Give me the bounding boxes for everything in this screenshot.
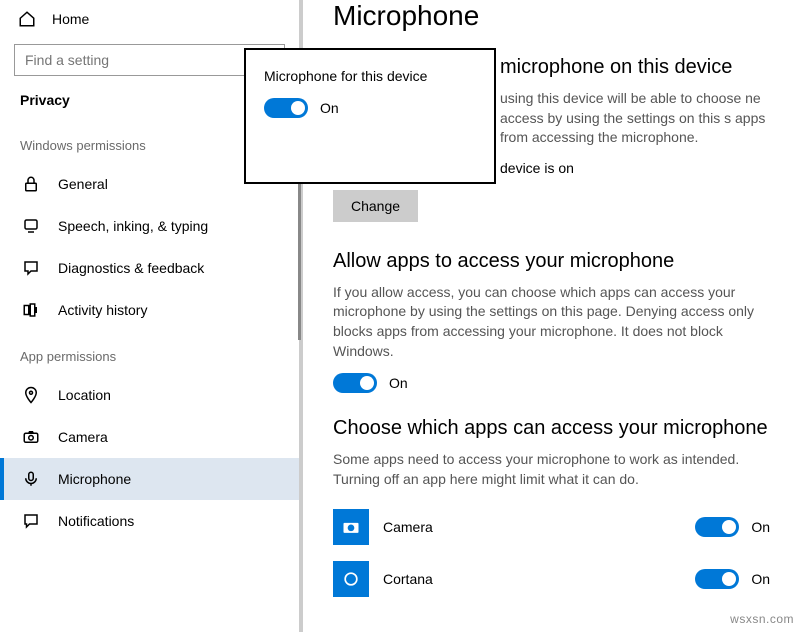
- group-app-permissions: App permissions: [0, 331, 299, 374]
- sidebar-item-activity[interactable]: Activity history: [0, 289, 299, 331]
- section2-desc: If you allow access, you can choose whic…: [333, 283, 770, 361]
- home-label: Home: [52, 11, 89, 27]
- toggle-label: On: [751, 519, 770, 535]
- camera-icon: [22, 428, 40, 446]
- toggle-allow-apps: On: [333, 373, 770, 393]
- feedback-icon: [22, 259, 40, 277]
- location-icon: [22, 386, 40, 404]
- toggle-label: On: [389, 375, 408, 391]
- change-button[interactable]: Change: [333, 190, 418, 222]
- sidebar-item-label: Microphone: [58, 471, 131, 487]
- toggle-switch[interactable]: [695, 569, 739, 589]
- notifications-icon: [22, 512, 40, 530]
- sidebar-item-camera[interactable]: Camera: [0, 416, 299, 458]
- camera-app-icon: [333, 509, 369, 545]
- toggle-switch[interactable]: [695, 517, 739, 537]
- sidebar-item-label: Notifications: [58, 513, 134, 529]
- toggle-label: On: [751, 571, 770, 587]
- popup-title: Microphone for this device: [264, 68, 476, 84]
- sidebar-item-microphone[interactable]: Microphone: [0, 458, 299, 500]
- sidebar-item-location[interactable]: Location: [0, 374, 299, 416]
- sidebar-item-notifications[interactable]: Notifications: [0, 500, 299, 542]
- history-icon: [22, 301, 40, 319]
- page-title: Microphone: [333, 0, 770, 32]
- sidebar-item-label: General: [58, 176, 108, 192]
- toggle-label: On: [320, 100, 339, 116]
- section3-desc: Some apps need to access your microphone…: [333, 450, 770, 489]
- section-choose-apps: Choose which apps can access your microp…: [333, 417, 770, 605]
- sidebar-item-diagnostics[interactable]: Diagnostics & feedback: [0, 247, 299, 289]
- watermark: wsxsn.com: [730, 612, 794, 626]
- app-row-cortana: Cortana On: [333, 553, 770, 605]
- sidebar-item-label: Diagnostics & feedback: [58, 260, 204, 276]
- speech-icon: [22, 217, 40, 235]
- sidebar-item-label: Location: [58, 387, 111, 403]
- popup-toggle-row: On: [264, 98, 476, 118]
- app-name: Cortana: [383, 571, 695, 587]
- section-app-access: Allow apps to access your microphone If …: [333, 250, 770, 393]
- sidebar-item-speech[interactable]: Speech, inking, & typing: [0, 205, 299, 247]
- section2-title: Allow apps to access your microphone: [333, 250, 770, 273]
- app-name: Camera: [383, 519, 695, 535]
- toggle-switch[interactable]: [333, 373, 377, 393]
- sidebar-item-label: Speech, inking, & typing: [58, 218, 208, 234]
- home-link[interactable]: Home: [0, 0, 299, 38]
- lock-icon: [22, 175, 40, 193]
- microphone-icon: [22, 470, 40, 488]
- app-row-camera: Camera On: [333, 501, 770, 553]
- sidebar-item-label: Activity history: [58, 302, 147, 318]
- section3-title: Choose which apps can access your microp…: [333, 417, 770, 440]
- home-icon: [18, 10, 36, 28]
- toggle-switch[interactable]: [264, 98, 308, 118]
- device-microphone-popup: Microphone for this device On: [244, 48, 496, 184]
- sidebar-item-label: Camera: [58, 429, 108, 445]
- cortana-app-icon: [333, 561, 369, 597]
